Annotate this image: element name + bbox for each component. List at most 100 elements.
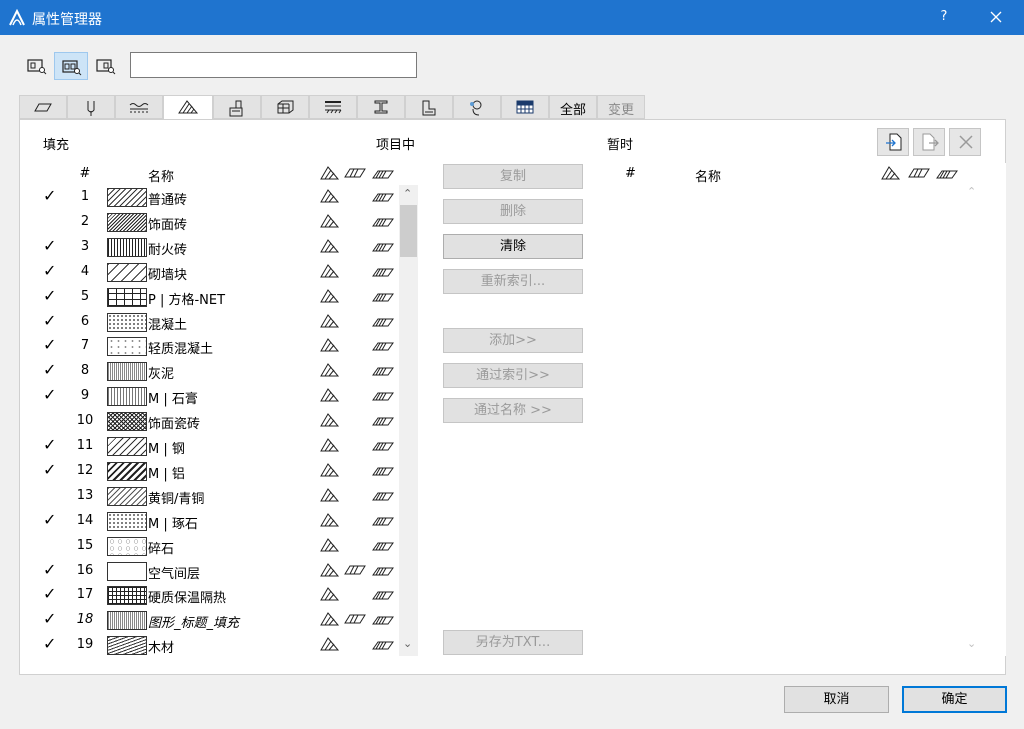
row-name: 饰面砖 (148, 217, 188, 233)
fill-type-icon (320, 313, 340, 332)
dual-list-view-icon (62, 60, 82, 76)
tab-wall[interactable] (19, 95, 67, 119)
title-bar: 属性管理器 ? (0, 0, 1024, 35)
list-header: # 名称 (43, 163, 399, 185)
surface-fill-type-icon (372, 214, 394, 232)
project-attribute-list: # 名称 ✓ 1 普通砖 2 饰面砖 ✓ 3 耐火砖 ✓ 4 砌墙块 ✓ 5 P | 方格-NET ✓ 6 混凝… (43, 163, 418, 656)
table-row[interactable]: 13 黄铜/青铜 (43, 484, 399, 509)
fill-type-icon (320, 413, 340, 431)
surface-fill-type-icon (372, 488, 394, 506)
tab-zone[interactable] (405, 95, 453, 119)
close-file-button[interactable] (949, 128, 981, 156)
fill-pattern-swatch (107, 387, 147, 407)
export-file-button[interactable] (913, 128, 945, 156)
surface-fill-col-icon (372, 170, 394, 179)
surface-icon (229, 100, 243, 117)
row-name: 图形_标题_填充 (148, 616, 240, 632)
left-list-scrollbar[interactable]: ⌃ ⌄ (399, 185, 418, 656)
right-scroll-up-icon[interactable]: ⌃ (967, 185, 976, 198)
table-row[interactable]: 15 碎石 (43, 534, 399, 559)
tab-line-type[interactable] (115, 95, 163, 119)
row-index: 5 (80, 288, 90, 304)
search-input[interactable] (130, 52, 417, 78)
table-row[interactable]: ✓ 5 P | 方格-NET (43, 285, 399, 310)
tab-all[interactable]: 全部 (549, 95, 597, 119)
scroll-down-icon[interactable]: ⌄ (403, 637, 412, 650)
table-row[interactable]: ✓ 9 M | 石膏 (43, 384, 399, 409)
row-index: 4 (80, 263, 90, 279)
surface-fill-type-icon (372, 338, 394, 356)
add-button[interactable]: 添加>> (443, 328, 583, 353)
tab-building-material[interactable] (261, 95, 309, 119)
table-row[interactable]: 10 饰面瓷砖 (43, 409, 399, 434)
reindex-button[interactable]: 重新索引... (443, 269, 583, 294)
delete-button[interactable]: 删除 (443, 199, 583, 224)
tab-profile[interactable] (357, 95, 405, 119)
view-mode-right-button[interactable] (89, 52, 123, 80)
surface-fill-type-icon (372, 563, 394, 581)
row-name: 碎石 (148, 541, 175, 557)
table-row[interactable]: ✓ 14 M | 琢石 (43, 509, 399, 534)
add-by-index-button[interactable]: 通过索引>> (443, 363, 583, 388)
help-button[interactable]: ? (932, 9, 956, 24)
close-icon (959, 135, 973, 149)
row-index: 15 (76, 537, 94, 553)
checkmark-icon: ✓ (43, 459, 57, 479)
view-mode-left-button[interactable] (20, 52, 54, 80)
table-row[interactable]: ✓ 1 普通砖 (43, 185, 399, 210)
table-row[interactable]: ✓ 6 混凝土 (43, 310, 399, 335)
table-row[interactable]: ✓ 11 M | 钢 (43, 434, 399, 459)
tab-mep[interactable] (453, 95, 501, 119)
surface-fill-type-icon (372, 314, 394, 332)
row-name: 混凝土 (148, 317, 188, 333)
table-row[interactable]: ✓ 12 M | 铝 (43, 459, 399, 484)
table-row[interactable]: ✓ 3 耐火砖 (43, 235, 399, 260)
open-file-button[interactable] (877, 128, 909, 156)
table-row[interactable]: ✓ 16 空气间层 (43, 559, 399, 584)
row-index: 19 (76, 637, 94, 653)
cut-fill-col-icon (344, 168, 366, 178)
fill-pattern-swatch (107, 611, 147, 631)
clear-button[interactable]: 清除 (443, 234, 583, 259)
table-row[interactable]: 2 饰面砖 (43, 210, 399, 235)
tab-surface[interactable] (213, 95, 261, 119)
close-icon[interactable] (980, 4, 1012, 30)
table-row[interactable]: ✓ 8 灰泥 (43, 359, 399, 384)
ok-button[interactable]: 确定 (902, 686, 1007, 713)
right-scroll-down-icon[interactable]: ⌄ (967, 637, 976, 650)
tab-pen[interactable] (67, 95, 115, 119)
fill-pattern-swatch (107, 586, 147, 606)
surface-fill-type-icon (372, 413, 394, 431)
view-mode-both-button[interactable] (54, 52, 88, 80)
row-name: 黄铜/青铜 (148, 491, 205, 507)
table-row[interactable]: ✓ 4 砌墙块 (43, 260, 399, 285)
fill-type-icon (320, 189, 340, 207)
table-row[interactable]: ✓ 17 硬质保温隔热 (43, 583, 399, 608)
copy-button[interactable]: 复制 (443, 164, 583, 189)
tab-changes[interactable]: 变更 (597, 95, 645, 119)
checkmark-icon: ✓ (43, 509, 57, 529)
table-row[interactable]: ✓ 18 图形_标题_填充 (43, 608, 399, 633)
tab-composite[interactable] (309, 95, 357, 119)
row-index: 3 (80, 238, 90, 254)
mep-icon (470, 100, 482, 116)
checkmark-icon: ✓ (43, 584, 57, 604)
cancel-button[interactable]: 取消 (784, 686, 889, 713)
tab-all-label: 全部 (559, 103, 586, 118)
tab-fill[interactable] (163, 95, 213, 120)
scroll-up-icon[interactable]: ⌃ (403, 187, 412, 200)
row-name: 木材 (148, 641, 175, 657)
table-row[interactable]: ✓ 19 木材 (43, 633, 399, 658)
row-index: 9 (80, 388, 90, 404)
surface-fill-col-icon (936, 170, 958, 179)
save-as-txt-button[interactable]: 另存为TXT... (443, 630, 583, 655)
checkmark-icon: ✓ (43, 360, 57, 380)
table-row[interactable]: ✓ 7 轻质混凝土 (43, 334, 399, 359)
scroll-thumb[interactable] (400, 205, 417, 257)
add-by-name-button[interactable]: 通过名称 >> (443, 398, 583, 423)
archicad-icon (9, 9, 25, 26)
tab-markup[interactable] (501, 95, 549, 119)
window-title: 属性管理器 (32, 12, 102, 28)
fill-pattern-swatch (107, 486, 147, 506)
composite-icon (325, 101, 342, 114)
